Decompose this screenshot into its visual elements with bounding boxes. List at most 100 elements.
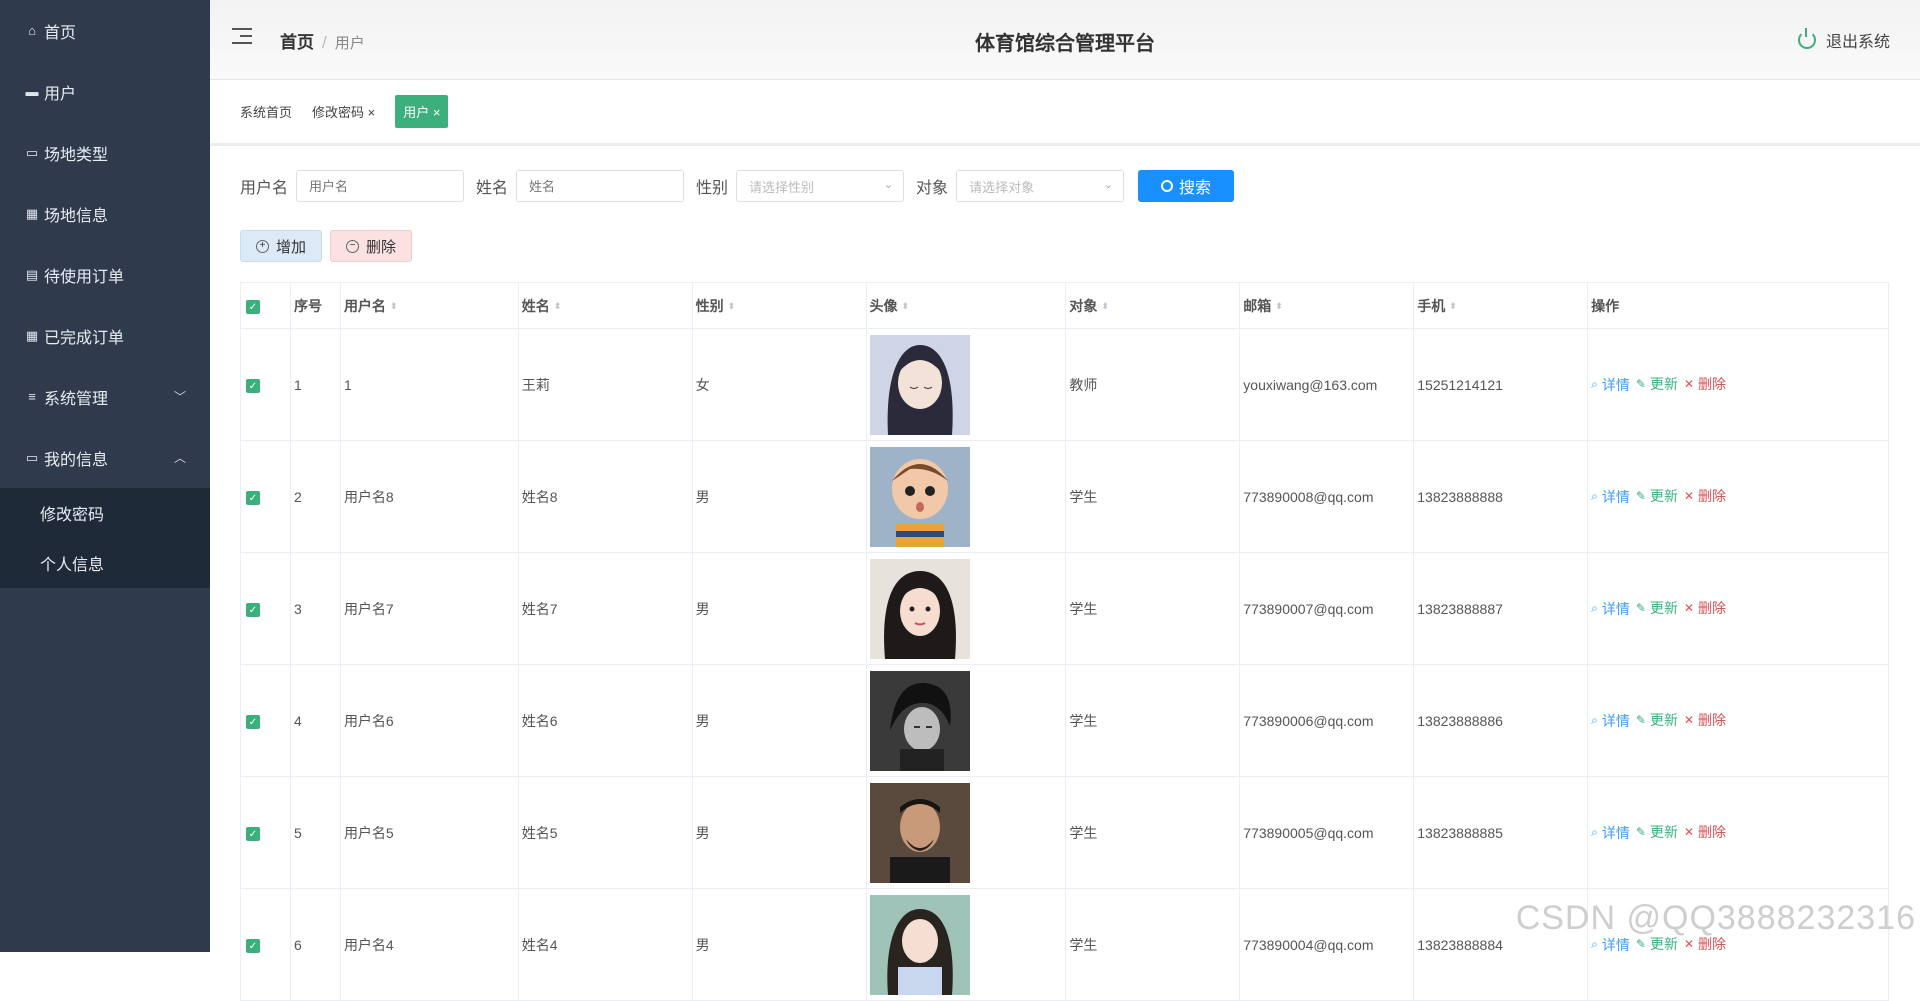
sidebar-item[interactable]: ▭场地类型 (0, 122, 210, 183)
logout-button[interactable]: 退出系统 (1798, 28, 1890, 52)
logout-label: 退出系统 (1826, 28, 1890, 52)
sidebar-subitem[interactable]: 修改密码 (0, 488, 210, 538)
cell-gender: 男 (692, 889, 866, 1001)
sort-icon[interactable]: ⬍ (554, 302, 562, 311)
column-header[interactable]: 用户名⬍ (340, 283, 518, 329)
close-icon: ✕ (1684, 713, 1694, 727)
update-link[interactable]: ✎更新 (1636, 374, 1678, 394)
column-header[interactable]: 姓名 ⬍ (518, 283, 692, 329)
tab-tag[interactable]: 系统首页 (240, 102, 292, 121)
sidebar-item[interactable]: ▤待使用订单 (0, 244, 210, 305)
sort-icon[interactable]: ⬍ (1449, 302, 1457, 311)
row-select-cell: ✓ (241, 553, 291, 665)
sidebar-submenu: 修改密码个人信息 (0, 488, 210, 588)
row-checkbox[interactable]: ✓ (246, 379, 260, 393)
delete-link[interactable]: ✕删除 (1684, 486, 1726, 506)
sort-icon[interactable]: ⬍ (902, 302, 910, 311)
tab-tag[interactable]: 修改密码 × (312, 102, 375, 121)
delete-link[interactable]: ✕删除 (1684, 598, 1726, 618)
search-icon: ⌕ (1591, 601, 1598, 616)
row-checkbox[interactable]: ✓ (246, 603, 260, 617)
column-header-label: 姓名 (522, 298, 550, 314)
search-button[interactable]: 搜索 (1138, 170, 1234, 202)
update-label: 更新 (1650, 486, 1678, 506)
cell-username: 用户名4 (340, 889, 518, 1001)
column-header[interactable]: 性别⬍ (692, 283, 866, 329)
sidebar-item[interactable]: ▦场地信息 (0, 183, 210, 244)
table-row: ✓5用户名5姓名5男学生773890005@qq.com13823888885⌕… (241, 777, 1889, 889)
sidebar-item[interactable]: ▦已完成订单 (0, 305, 210, 366)
chevron-down-icon: ⌄ (884, 178, 893, 191)
target-placeholder: 请选择对象 (969, 177, 1034, 196)
sidebar-item[interactable]: ▬用户 (0, 61, 210, 122)
delete-link[interactable]: ✕删除 (1684, 822, 1726, 842)
column-header[interactable]: 头像 ⬍ (866, 283, 1066, 329)
name-input[interactable] (516, 170, 684, 202)
username-input[interactable] (296, 170, 464, 202)
detail-label: 详情 (1602, 487, 1630, 507)
sidebar-item[interactable]: ≡系统管理﹀ (0, 366, 210, 427)
update-link[interactable]: ✎更新 (1636, 710, 1678, 730)
watermark: CSDN @QQ3888232316 (1516, 899, 1916, 938)
target-select[interactable]: 请选择对象 ⌄ (956, 170, 1124, 202)
cell-name: 姓名5 (518, 777, 692, 889)
sort-icon[interactable]: ⬍ (390, 302, 398, 311)
column-header[interactable]: 对象⬍ (1066, 283, 1240, 329)
row-checkbox[interactable]: ✓ (246, 827, 260, 841)
row-checkbox[interactable]: ✓ (246, 715, 260, 729)
cell-no: 5 (290, 777, 340, 889)
delete-link[interactable]: ✕删除 (1684, 374, 1726, 394)
select-all-cell: ✓ (241, 283, 291, 329)
sort-icon[interactable]: ⬍ (728, 302, 736, 311)
row-checkbox[interactable]: ✓ (246, 939, 260, 953)
gender-label: 性别 (696, 174, 728, 198)
detail-link[interactable]: ⌕详情 (1591, 375, 1630, 395)
cell-gender: 男 (692, 441, 866, 553)
search-icon: ⌕ (1591, 825, 1598, 840)
gender-placeholder: 请选择性别 (749, 177, 814, 196)
sort-icon[interactable]: ⬍ (1101, 302, 1109, 311)
row-checkbox[interactable]: ✓ (246, 491, 260, 505)
chevron-down-icon: ﹀ (174, 388, 186, 405)
search-button-label: 搜索 (1179, 174, 1211, 198)
cell-avatar (866, 553, 1066, 665)
sidebar-item-label: 首页 (44, 19, 76, 43)
gender-select[interactable]: 请选择性别 ⌄ (736, 170, 904, 202)
sidebar-item-label: 场地类型 (44, 141, 108, 165)
sidebar-item-label: 用户 (44, 80, 76, 104)
update-link[interactable]: ✎更新 (1636, 822, 1678, 842)
column-header[interactable]: 邮箱⬍ (1240, 283, 1414, 329)
sidebar: ⌂首页▬用户▭场地类型▦场地信息▤待使用订单▦已完成订单≡系统管理﹀▭我的信息︿… (0, 0, 210, 952)
update-link[interactable]: ✎更新 (1636, 598, 1678, 618)
column-header-label: 手机 (1417, 298, 1445, 314)
detail-link[interactable]: ⌕详情 (1591, 823, 1630, 843)
sidebar-subitem[interactable]: 个人信息 (0, 538, 210, 588)
column-header-label: 头像 (870, 298, 898, 314)
page-title: 体育馆综合管理平台 (210, 27, 1920, 56)
select-all-checkbox[interactable]: ✓ (246, 300, 260, 314)
cell-actions: ⌕详情 ✎更新 ✕删除 (1588, 665, 1889, 777)
cell-gender: 男 (692, 665, 866, 777)
sidebar-item[interactable]: ⌂首页 (0, 0, 210, 61)
update-label: 更新 (1650, 822, 1678, 842)
detail-link[interactable]: ⌕详情 (1591, 599, 1630, 619)
delete-link[interactable]: ✕删除 (1684, 710, 1726, 730)
tab-tag[interactable]: 用户 × (395, 95, 448, 128)
detail-link[interactable]: ⌕详情 (1591, 487, 1630, 507)
cell-phone: 13823888887 (1414, 553, 1588, 665)
avatar (870, 671, 970, 771)
column-header[interactable]: 手机 ⬍ (1414, 283, 1588, 329)
cell-actions: ⌕详情 ✎更新 ✕删除 (1588, 329, 1889, 441)
cell-actions: ⌕详情 ✎更新 ✕删除 (1588, 777, 1889, 889)
close-icon: ✕ (1684, 937, 1694, 951)
cell-name: 姓名8 (518, 441, 692, 553)
sidebar-item[interactable]: ▭我的信息︿ (0, 427, 210, 488)
update-link[interactable]: ✎更新 (1636, 486, 1678, 506)
sort-icon[interactable]: ⬍ (1275, 302, 1283, 311)
header: 首页/用户 体育馆综合管理平台 退出系统 (210, 0, 1920, 80)
add-button[interactable]: + 增加 (240, 230, 322, 262)
cell-actions: ⌕详情 ✎更新 ✕删除 (1588, 553, 1889, 665)
delete-button[interactable]: − 删除 (330, 230, 412, 262)
detail-link[interactable]: ⌕详情 (1591, 711, 1630, 731)
sidebar-item-label: 已完成订单 (44, 324, 124, 348)
